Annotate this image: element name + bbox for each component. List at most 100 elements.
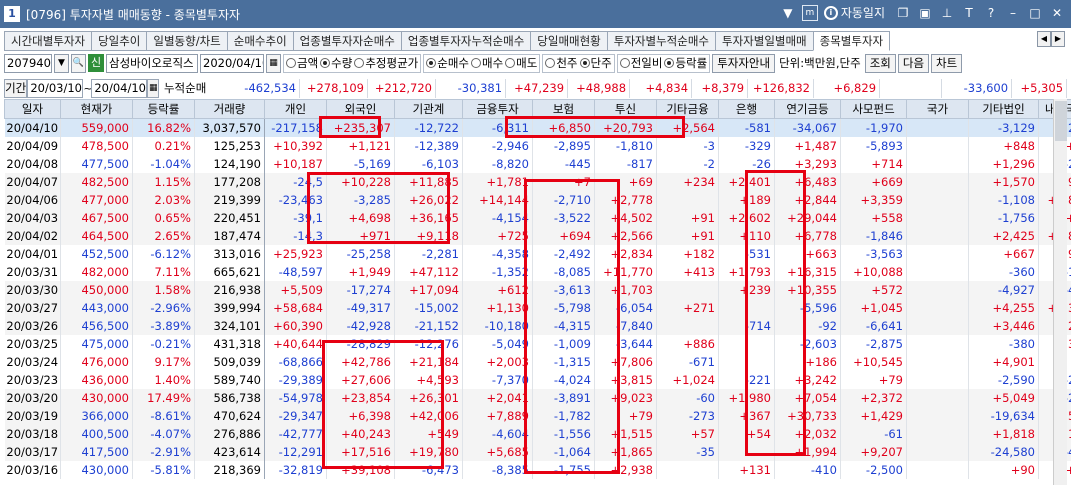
- period-from-input[interactable]: 20/03/10: [27, 79, 84, 98]
- table-row[interactable]: 20/03/30 450,000 1.58% 216,938 +5,509 -17,274…: [4, 280, 1071, 299]
- tab-prev-icon[interactable]: ◀: [1037, 31, 1051, 47]
- auto-journal-button[interactable]: i 자동일지: [823, 4, 885, 21]
- table-cell: +21,184: [394, 352, 463, 371]
- vertical-scrollbar[interactable]: [1053, 99, 1067, 485]
- group4-option[interactable]: 전일비: [619, 55, 662, 71]
- table-row[interactable]: 20/04/02 464,500 2.65% 187,474 -14,3 +971 +9,1…: [4, 226, 1071, 245]
- table-row[interactable]: 20/04/10 559,000 16.82% 3,037,570 -217,158 +2…: [4, 118, 1071, 137]
- table-cell: 20/03/23: [4, 370, 61, 389]
- code-search-icon[interactable]: 🔍: [71, 53, 86, 73]
- radio-icon[interactable]: [579, 58, 590, 68]
- table-row[interactable]: 20/03/17 417,500 -2.91% 423,614 -12,291 +17,5…: [4, 442, 1071, 461]
- help-icon[interactable]: ?: [983, 5, 999, 21]
- stock-code-input[interactable]: 207940: [4, 53, 52, 73]
- tab-4[interactable]: 순매수추이: [226, 31, 293, 51]
- group2-option[interactable]: 순매수: [426, 55, 469, 71]
- restore-window-icon[interactable]: ❐: [895, 5, 911, 21]
- column-header[interactable]: 기타법인: [968, 99, 1039, 119]
- group2-option[interactable]: 매수: [471, 55, 503, 71]
- radio-icon[interactable]: [426, 58, 437, 68]
- table-row[interactable]: 20/03/18 400,500 -4.07% 276,886 -42,777 +40,2…: [4, 424, 1071, 443]
- column-header[interactable]: 보험: [532, 99, 595, 119]
- group2-option[interactable]: 매도: [505, 55, 537, 71]
- table-row[interactable]: 20/03/20 430,000 17.49% 586,738 -54,978 +23,8…: [4, 388, 1071, 407]
- group1-option[interactable]: 추정평균가: [354, 55, 418, 71]
- table-row[interactable]: 20/03/23 436,000 1.40% 589,740 -29,389 +27,60…: [4, 370, 1071, 389]
- layout-icon[interactable]: ▣: [917, 5, 933, 21]
- radio-icon[interactable]: [505, 58, 516, 68]
- tab-1[interactable]: 시간대별투자자: [4, 31, 92, 51]
- group1-option[interactable]: 금액: [286, 55, 318, 71]
- cumulative-value: +278,109: [300, 79, 369, 98]
- table-cell: 124,190: [194, 154, 265, 173]
- column-header[interactable]: 투신: [594, 99, 657, 119]
- radio-icon[interactable]: [664, 58, 675, 68]
- column-header[interactable]: 기타금융: [656, 99, 719, 119]
- scrollbar-thumb[interactable]: [1055, 101, 1067, 141]
- table-row[interactable]: 20/03/25 475,000 -0.21% 431,318 +40,644 -28,8…: [4, 334, 1071, 353]
- table-row[interactable]: 20/04/06 477,000 2.03% 219,399 -23,463 -3,285…: [4, 190, 1071, 209]
- column-header[interactable]: 개인: [264, 99, 327, 119]
- table-row[interactable]: 20/03/16 430,000 -5.81% 218,369 -32,819 +39,1…: [4, 460, 1071, 479]
- radio-icon[interactable]: [619, 58, 630, 68]
- column-header[interactable]: 거래량: [194, 99, 265, 119]
- table-row[interactable]: 20/04/03 467,500 0.65% 220,451 -39,1 +4,698 +3…: [4, 208, 1071, 227]
- dropdown-arrow-icon[interactable]: ▼: [780, 5, 796, 21]
- column-header[interactable]: 사모펀드: [840, 99, 907, 119]
- tab-6[interactable]: 업종별투자자누적순매수: [400, 31, 531, 51]
- memo-icon[interactable]: m: [801, 4, 818, 21]
- next-button[interactable]: 다음: [897, 53, 930, 73]
- column-header[interactable]: 일자: [4, 99, 61, 119]
- calendar-icon[interactable]: ▦: [266, 53, 281, 73]
- table-row[interactable]: 20/03/19 366,000 -8.61% 470,624 -29,347 +6,39…: [4, 406, 1071, 425]
- table-row[interactable]: 20/04/07 482,500 1.15% 177,208 -24,5 +10,228 +…: [4, 172, 1071, 191]
- radio-icon[interactable]: [320, 58, 331, 68]
- chart-button[interactable]: 차트: [931, 53, 963, 73]
- tab-3[interactable]: 일별동향/차트: [146, 31, 227, 51]
- maximize-icon[interactable]: □: [1027, 5, 1043, 21]
- column-header[interactable]: 현재가: [60, 99, 133, 119]
- font-size-icon[interactable]: T: [961, 5, 977, 21]
- column-header[interactable]: 국가: [906, 99, 969, 119]
- group3-option[interactable]: 단주: [579, 55, 612, 71]
- search-button[interactable]: 조회: [864, 53, 896, 73]
- column-header[interactable]: 기관계: [394, 99, 463, 119]
- investor-guide-button[interactable]: 투자자안내: [712, 53, 776, 73]
- group4-option[interactable]: 등락률: [664, 55, 707, 71]
- column-header[interactable]: 등락률: [132, 99, 195, 119]
- table-cell: 452,500: [60, 244, 133, 263]
- radio-icon[interactable]: [354, 58, 365, 68]
- table-row[interactable]: 20/03/27 443,000 -2.96% 399,994 +58,684 -49,3…: [4, 298, 1071, 317]
- tab-2[interactable]: 당일추이: [91, 31, 147, 51]
- table-row[interactable]: 20/04/08 477,500 -1.04% 124,190 +10,187 -5,16…: [4, 154, 1071, 173]
- period-calendar-icon[interactable]: ▦: [147, 79, 160, 98]
- table-row[interactable]: 20/03/26 456,500 -3.89% 324,101 +60,390 -42,9…: [4, 316, 1071, 335]
- column-header[interactable]: 금융투자: [462, 99, 533, 119]
- tab-next-icon[interactable]: ▶: [1051, 31, 1065, 47]
- radio-icon[interactable]: [545, 58, 556, 68]
- tab-10[interactable]: 종목별투자자: [812, 31, 891, 51]
- table-row[interactable]: 20/04/01 452,500 -6.12% 313,016 +25,923 -25,2…: [4, 244, 1071, 263]
- period-to-input[interactable]: 20/04/10: [91, 79, 148, 98]
- group1-option[interactable]: 수량: [320, 55, 352, 71]
- close-icon[interactable]: ✕: [1049, 5, 1065, 21]
- tab-8[interactable]: 투자자별누적순매수: [606, 31, 715, 51]
- tab-7[interactable]: 당일매매현황: [530, 31, 607, 51]
- table-row[interactable]: 20/03/24 476,000 9.17% 509,039 -68,866 +42,78…: [4, 352, 1071, 371]
- column-header[interactable]: 연기금등: [774, 99, 841, 119]
- pin-icon[interactable]: ⊥: [939, 5, 955, 21]
- table-cell: -29,347: [264, 406, 327, 425]
- table-cell: -410: [774, 460, 841, 479]
- radio-icon[interactable]: [471, 58, 481, 68]
- date-input[interactable]: 2020/04/10: [200, 53, 264, 73]
- column-header[interactable]: 외국인: [326, 99, 395, 119]
- column-header[interactable]: 은행: [718, 99, 775, 119]
- code-dropdown-icon[interactable]: ▼: [54, 53, 69, 73]
- group3-option[interactable]: 천주: [545, 55, 578, 71]
- table-row[interactable]: 20/04/09 478,500 0.21% 125,253 +10,392 +1,121…: [4, 136, 1071, 155]
- table-row[interactable]: 20/03/31 482,000 7.11% 665,621 -48,597 +1,949…: [4, 262, 1071, 281]
- minimize-icon[interactable]: –: [1005, 5, 1021, 21]
- tab-9[interactable]: 투자자별일별매매: [715, 31, 813, 51]
- tab-5[interactable]: 업종별투자자순매수: [292, 31, 401, 51]
- radio-icon[interactable]: [286, 58, 296, 68]
